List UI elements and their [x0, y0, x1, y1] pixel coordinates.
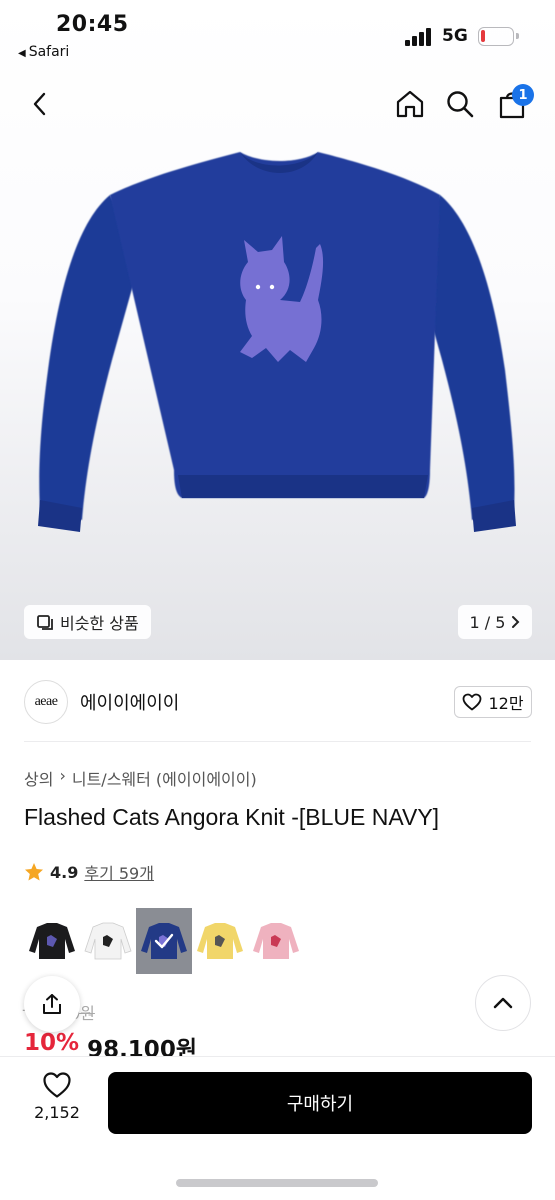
network-type: 5G [442, 26, 468, 46]
sweater-thumbnail [84, 922, 132, 960]
brand-logo-text: aeae [34, 694, 58, 709]
bottom-action-bar: 2,152 구매하기 [0, 1056, 555, 1200]
swatch-yellow[interactable] [192, 908, 248, 974]
brand-name[interactable]: 에이이에이이 [80, 689, 179, 715]
breadcrumb-item-knit[interactable]: 니트/스웨터 (에이이에이이) [72, 766, 257, 790]
selected-check [136, 908, 192, 974]
back-button[interactable] [22, 86, 58, 122]
share-button[interactable] [24, 976, 80, 1032]
sweater-thumbnail [29, 923, 75, 959]
back-app-label: Safari [28, 44, 70, 60]
home-indicator [176, 1179, 378, 1187]
back-to-safari[interactable]: ◀ Safari [18, 44, 69, 60]
home-button[interactable] [392, 86, 428, 122]
buy-button[interactable]: 구매하기 [108, 1072, 532, 1134]
color-swatches [24, 908, 304, 974]
search-button[interactable] [442, 86, 478, 122]
similar-products-label: 비슷한 상품 [60, 614, 139, 633]
gallery-pager[interactable]: 1 / 5 [458, 605, 532, 639]
home-icon [396, 90, 424, 118]
product-gallery[interactable]: 20:45 ◀ Safari 5G 1 비슷한 상품 1 / 5 [0, 0, 555, 660]
chevron-up-icon [493, 997, 513, 1009]
back-triangle-icon: ◀ [18, 48, 26, 59]
wishlist-count: 2,152 [34, 1103, 80, 1122]
product-image [38, 152, 516, 532]
brand-like-count: 12만 [488, 694, 524, 713]
swatch-navy-selected[interactable] [136, 908, 192, 974]
cart-button[interactable]: 1 [494, 84, 534, 122]
scroll-top-button[interactable] [475, 975, 531, 1031]
pager-label: 1 / 5 [469, 612, 506, 632]
breadcrumb: 상의 › 니트/스웨터 (에이이에이이) [24, 766, 257, 790]
swatch-black[interactable] [24, 908, 80, 974]
heart-icon [463, 693, 482, 711]
rating-score: 4.9 [50, 862, 79, 882]
chevron-right-icon [512, 616, 520, 628]
swatch-pink[interactable] [248, 908, 304, 974]
swatch-white[interactable] [80, 908, 136, 974]
battery-icon [478, 27, 519, 46]
cart-count-badge: 1 [512, 84, 534, 106]
review-count-link[interactable]: 후기 59개 [84, 860, 154, 884]
breadcrumb-item-top[interactable]: 상의 [24, 766, 53, 790]
heart-icon [43, 1072, 71, 1098]
signal-icon [405, 28, 435, 46]
product-title: Flashed Cats Angora Knit -[BLUE NAVY] [24, 804, 440, 830]
wishlist-button[interactable]: 2,152 [24, 1071, 90, 1122]
share-icon [43, 994, 61, 1014]
back-chevron-icon [33, 92, 46, 116]
star-icon [25, 863, 43, 881]
similar-products-button[interactable]: 비슷한 상품 [24, 605, 151, 639]
brand-like-button[interactable]: 12만 [454, 686, 532, 718]
breadcrumb-separator-icon: › [59, 766, 66, 785]
sweater-thumbnail [253, 923, 299, 959]
rating-row: 4.9 후기 59개 [24, 860, 154, 884]
similar-icon [37, 615, 53, 630]
status-time: 20:45 [56, 12, 129, 37]
sweater-thumbnail [197, 923, 243, 959]
search-icon [447, 91, 474, 118]
divider [24, 741, 531, 742]
brand-logo[interactable]: aeae [24, 680, 68, 724]
check-icon [154, 933, 174, 949]
